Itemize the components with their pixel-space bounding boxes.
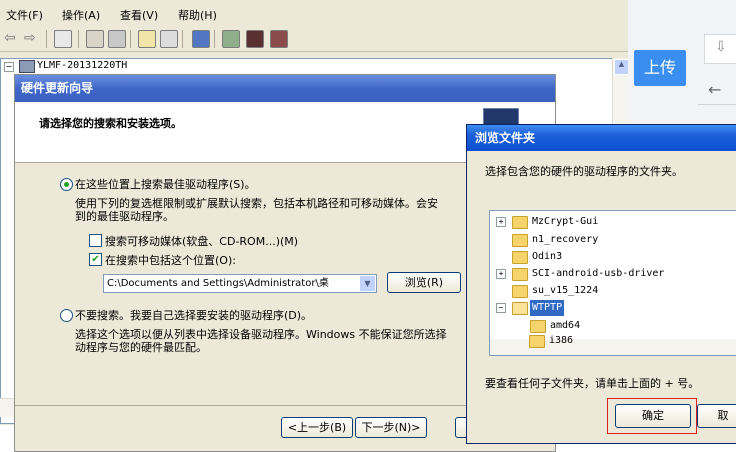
folder-icon xyxy=(512,216,528,229)
folder-icon xyxy=(512,234,528,247)
open-folder-icon xyxy=(512,302,528,315)
manual-option-radio[interactable] xyxy=(60,309,73,322)
menu-bar: 文件(F) 操作(A) 查看(V) 帮助(H) xyxy=(0,5,628,25)
back-arrow-icon[interactable]: ← xyxy=(708,80,721,99)
include-location-label: 在搜索中包括这个位置(O): xyxy=(105,254,236,267)
manual-option-label: 不要搜索。我要自己选择要安装的驱动程序(D)。 xyxy=(75,309,313,322)
download-button[interactable]: ⇩ xyxy=(704,34,736,64)
ok-button[interactable]: 确定 xyxy=(615,404,691,428)
search-option-label: 在这些位置上搜索最佳驱动程序(S)。 xyxy=(75,178,256,191)
print-icon[interactable] xyxy=(108,30,126,48)
menu-view[interactable]: 查看(V) xyxy=(120,7,158,23)
browse-instruction: 选择包含您的硬件的驱动程序的文件夹。 xyxy=(485,165,683,178)
properties-icon[interactable] xyxy=(86,30,104,48)
browse-folder-dialog: 浏览文件夹 选择包含您的硬件的驱动程序的文件夹。 + MzCrypt-Gui n… xyxy=(466,124,736,444)
computer-name: YLMF-20131220TH xyxy=(37,60,128,71)
folder-icon xyxy=(512,251,528,264)
search-option-description-cont: 到的最佳驱动程序。 xyxy=(75,210,174,223)
search-option-radio[interactable] xyxy=(60,178,73,191)
download-icon: ⇩ xyxy=(715,39,727,55)
computer-icon xyxy=(19,60,35,73)
scan-hardware-icon[interactable] xyxy=(192,30,210,48)
expand-icon[interactable]: + xyxy=(496,217,506,227)
browse-button[interactable]: 浏览(R) xyxy=(387,272,461,293)
folder-item[interactable]: i386 xyxy=(489,333,736,349)
up-level-icon[interactable] xyxy=(54,30,72,48)
collapse-icon[interactable]: − xyxy=(496,303,506,313)
location-path-input[interactable]: C:\Documents and Settings\Administrator\… xyxy=(103,274,377,293)
divider xyxy=(698,104,736,105)
removable-media-label: 搜索可移动媒体(软盘、CD-ROM...)(M) xyxy=(105,235,299,248)
menu-help[interactable]: 帮助(H) xyxy=(178,7,217,23)
wizard-heading: 请选择您的搜索和安装选项。 xyxy=(39,117,182,130)
help-icon[interactable] xyxy=(138,30,156,48)
browse-cancel-button[interactable]: 取 xyxy=(697,404,736,428)
disable-device-icon[interactable] xyxy=(246,30,264,48)
removable-media-checkbox[interactable] xyxy=(89,234,102,247)
next-button[interactable]: 下一步(N)> xyxy=(355,417,427,438)
back-button[interactable]: <上一步(B) xyxy=(281,417,353,438)
toolbar: ⇦ ⇨ xyxy=(0,27,628,52)
folder-icon xyxy=(530,320,546,333)
chevron-down-icon[interactable]: ▼ xyxy=(359,275,376,292)
browse-dialog-title: 浏览文件夹 xyxy=(467,125,736,151)
tree-collapse-toggle[interactable]: − xyxy=(4,62,14,72)
expand-icon[interactable]: + xyxy=(496,269,506,279)
menu-file[interactable]: 文件(F) xyxy=(6,7,43,23)
uninstall-device-icon[interactable] xyxy=(270,30,288,48)
upload-button[interactable]: 上传 xyxy=(634,50,686,86)
show-hide-icon[interactable] xyxy=(160,30,178,48)
browse-hint: 要查看任何子文件夹，请单击上面的 + 号。 xyxy=(485,377,700,390)
forward-icon[interactable]: ⇨ xyxy=(24,30,36,46)
folder-icon xyxy=(512,268,528,281)
folder-icon xyxy=(529,335,545,348)
folder-icon xyxy=(512,285,528,298)
menu-action[interactable]: 操作(A) xyxy=(62,7,100,23)
include-location-checkbox[interactable]: ✔ xyxy=(89,253,102,266)
update-driver-icon[interactable] xyxy=(222,30,240,48)
manual-option-description-cont: 动程序与您的硬件最匹配。 xyxy=(75,341,207,354)
back-icon[interactable]: ⇦ xyxy=(4,30,16,46)
wizard-title: 硬件更新向导 xyxy=(15,75,555,102)
